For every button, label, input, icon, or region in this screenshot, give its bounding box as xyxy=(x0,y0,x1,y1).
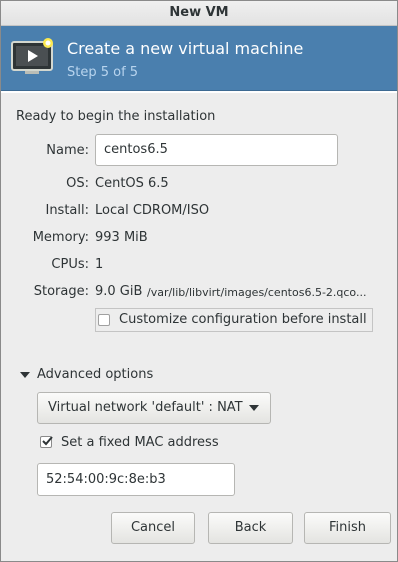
virtual-machine-icon xyxy=(11,38,53,74)
memory-value: 993 MiB xyxy=(95,230,148,245)
install-label: Install: xyxy=(45,203,89,218)
checkmark-icon xyxy=(42,436,53,446)
vm-name-field[interactable]: centos6.5 xyxy=(95,134,338,166)
network-select-value: Virtual network 'default' : NAT xyxy=(48,400,243,415)
customize-label[interactable]: Customize configuration before install xyxy=(119,312,367,327)
os-value: CentOS 6.5 xyxy=(95,176,169,191)
wizard-banner: Create a new virtual machine Step 5 of 5 xyxy=(1,26,397,90)
mac-checkbox[interactable] xyxy=(40,436,53,448)
cpus-label: CPUs: xyxy=(51,257,89,272)
cpus-value: 1 xyxy=(95,257,104,272)
install-value: Local CDROM/ISO xyxy=(95,203,210,218)
cancel-button[interactable]: Cancel xyxy=(111,512,195,544)
mac-address-field[interactable]: 52:54:00:9c:8e:b3 xyxy=(37,463,235,496)
network-select[interactable]: Virtual network 'default' : NAT xyxy=(37,392,271,424)
banner-step: Step 5 of 5 xyxy=(67,65,139,80)
ready-heading: Ready to begin the installation xyxy=(16,109,216,124)
storage-path: /var/lib/libvirt/images/centos6.5-2.qco.… xyxy=(147,286,367,299)
advanced-options-expander[interactable]: Advanced options xyxy=(37,367,153,382)
mac-label[interactable]: Set a fixed MAC address xyxy=(61,435,219,450)
expander-arrow-icon[interactable] xyxy=(20,371,30,379)
back-button[interactable]: Back xyxy=(208,512,293,544)
banner-separator xyxy=(1,90,397,93)
banner-title: Create a new virtual machine xyxy=(67,39,304,58)
storage-label: Storage: xyxy=(33,284,89,299)
customize-checkbox[interactable] xyxy=(98,314,110,326)
memory-label: Memory: xyxy=(32,230,89,245)
chevron-down-icon xyxy=(249,405,259,411)
name-label: Name: xyxy=(46,143,89,158)
new-vm-window: New VM Create a new virtual machine Step… xyxy=(0,0,398,562)
window-titlebar[interactable]: New VM xyxy=(1,1,397,26)
storage-size: 9.0 GiB xyxy=(95,284,143,299)
finish-button[interactable]: Finish xyxy=(304,512,391,544)
os-label: OS: xyxy=(66,176,89,191)
